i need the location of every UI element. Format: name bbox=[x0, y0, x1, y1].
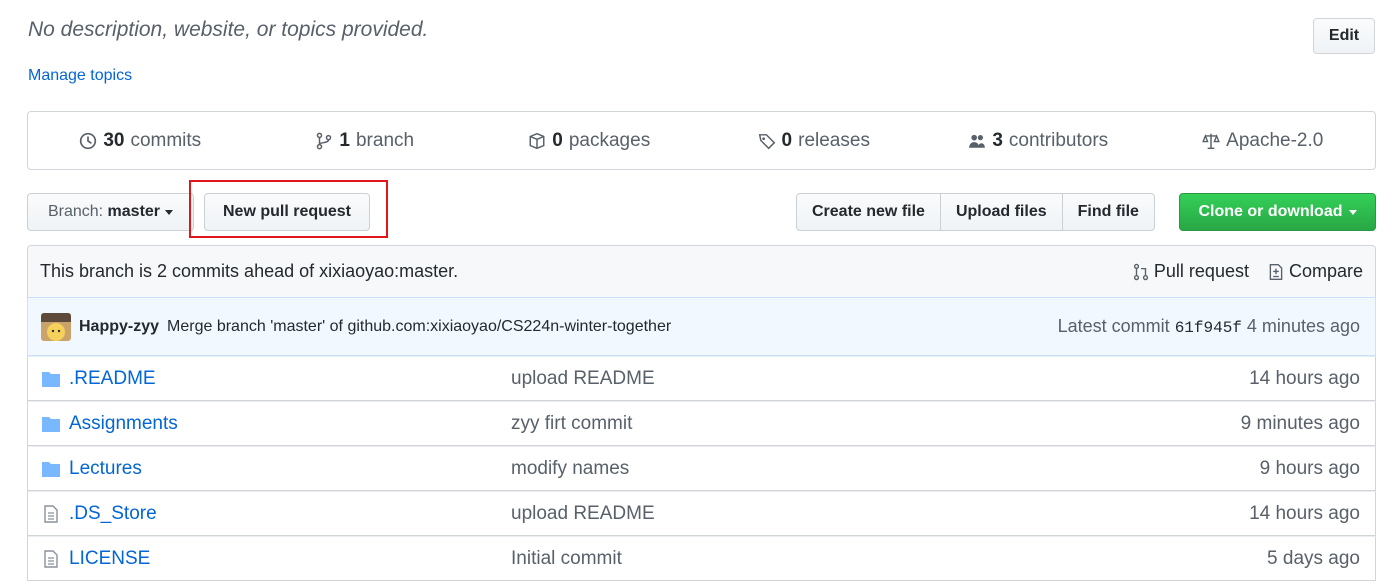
stat-count: 0 bbox=[781, 129, 793, 151]
diff-icon bbox=[1269, 263, 1283, 280]
manage-topics-link[interactable]: Manage topics bbox=[28, 67, 132, 85]
package-icon bbox=[529, 132, 545, 149]
stat-label: branch bbox=[355, 129, 415, 151]
file-age: 9 hours ago bbox=[1259, 457, 1360, 479]
stat-license[interactable]: Apache-2.0 bbox=[1151, 130, 1376, 152]
people-icon bbox=[969, 134, 986, 148]
latest-commit-prefix: Latest commit bbox=[1057, 316, 1170, 336]
table-row: .DS_Store upload README 14 hours ago bbox=[27, 491, 1376, 536]
file-age: 9 minutes ago bbox=[1240, 412, 1360, 434]
file-icon bbox=[44, 504, 58, 523]
commit-sha[interactable]: 61f945f bbox=[1175, 319, 1242, 337]
commit-message-link[interactable]: modify names bbox=[511, 458, 1260, 480]
table-row: Lectures modify names 9 hours ago bbox=[27, 446, 1376, 491]
file-name-link[interactable]: .README bbox=[69, 368, 156, 390]
tag-icon bbox=[758, 133, 775, 149]
stat-label: Apache-2.0 bbox=[1226, 129, 1324, 151]
branch-icon bbox=[317, 132, 332, 149]
commit-message[interactable]: Merge branch 'master' of github.com:xixi… bbox=[167, 318, 671, 336]
commit-age: 4 minutes ago bbox=[1246, 316, 1360, 336]
stat-count: 0 bbox=[552, 129, 563, 151]
file-name-link[interactable]: Lectures bbox=[69, 458, 142, 480]
table-row: .README upload README 14 hours ago bbox=[27, 356, 1376, 401]
stat-commits[interactable]: 30 commits bbox=[28, 130, 253, 152]
commit-message-link[interactable]: upload README bbox=[511, 368, 1249, 390]
folder-icon bbox=[42, 461, 60, 477]
branch-status-bar: This branch is 2 commits ahead of xixiao… bbox=[27, 245, 1376, 297]
pull-request-link[interactable]: Pull request bbox=[1132, 261, 1249, 282]
file-age: 14 hours ago bbox=[1249, 502, 1360, 524]
avatar[interactable] bbox=[41, 312, 71, 341]
git-pull-request-icon bbox=[1133, 263, 1148, 280]
commit-message-link[interactable]: Initial commit bbox=[511, 548, 1267, 570]
clone-or-download-button[interactable]: Clone or download bbox=[1179, 193, 1376, 231]
stat-count: 1 bbox=[339, 129, 350, 151]
latest-commit-bar: Happy-zyy Merge branch 'master' of githu… bbox=[27, 297, 1376, 356]
file-name-link[interactable]: LICENSE bbox=[69, 548, 150, 570]
table-row: LICENSE Initial commit 5 days ago bbox=[27, 536, 1376, 581]
stat-releases[interactable]: 0 releases bbox=[702, 130, 927, 152]
caret-down-icon bbox=[165, 209, 174, 215]
file-icon bbox=[44, 549, 58, 568]
highlight-annotation-box bbox=[189, 180, 388, 238]
branch-prefix: Branch: bbox=[47, 203, 104, 220]
file-actions-group: Create new file Upload files Find file bbox=[796, 193, 1155, 231]
file-name-link[interactable]: Assignments bbox=[69, 413, 178, 435]
stat-count: 3 bbox=[992, 129, 1003, 151]
compare-label: Compare bbox=[1288, 261, 1363, 281]
stat-label: packages bbox=[568, 129, 651, 151]
folder-icon bbox=[42, 371, 60, 387]
create-new-file-button[interactable]: Create new file bbox=[796, 193, 941, 231]
stat-label: contributors bbox=[1008, 129, 1109, 151]
stat-label: commits bbox=[130, 129, 202, 151]
repo-description: No description, website, or topics provi… bbox=[28, 18, 429, 41]
branch-status-text: This branch is 2 commits ahead of xixiao… bbox=[40, 261, 459, 281]
history-icon bbox=[80, 132, 97, 149]
branch-name: master bbox=[107, 203, 161, 220]
table-row: Assignments zyy firt commit 9 minutes ag… bbox=[27, 401, 1376, 446]
stat-packages[interactable]: 0 packages bbox=[477, 130, 702, 152]
law-icon bbox=[1202, 133, 1221, 149]
edit-button[interactable]: Edit bbox=[1313, 18, 1375, 54]
commit-message-link[interactable]: upload README bbox=[511, 503, 1249, 525]
find-file-button[interactable]: Find file bbox=[1061, 193, 1155, 231]
file-age: 14 hours ago bbox=[1249, 367, 1360, 389]
upload-files-button[interactable]: Upload files bbox=[939, 193, 1063, 231]
stat-label: releases bbox=[798, 129, 870, 151]
stat-count: 30 bbox=[103, 129, 125, 151]
stat-branches[interactable]: 1 branch bbox=[253, 130, 478, 152]
file-name-link[interactable]: .DS_Store bbox=[69, 503, 157, 525]
pull-request-label: Pull request bbox=[1153, 261, 1249, 281]
file-age: 5 days ago bbox=[1267, 547, 1360, 569]
file-list: .README upload README 14 hours ago Assig… bbox=[27, 356, 1376, 581]
clone-label: Clone or download bbox=[1198, 203, 1343, 220]
commit-message-link[interactable]: zyy firt commit bbox=[511, 413, 1241, 435]
repo-stats-bar: 30 commits 1 branch 0 packages 0 release… bbox=[27, 111, 1376, 170]
folder-icon bbox=[42, 416, 60, 432]
commit-author[interactable]: Happy-zyy bbox=[79, 318, 159, 336]
stat-contributors[interactable]: 3 contributors bbox=[926, 130, 1151, 152]
branch-select-button[interactable]: Branch: master bbox=[27, 193, 194, 231]
caret-down-icon bbox=[1348, 209, 1357, 215]
compare-link[interactable]: Compare bbox=[1267, 261, 1363, 282]
